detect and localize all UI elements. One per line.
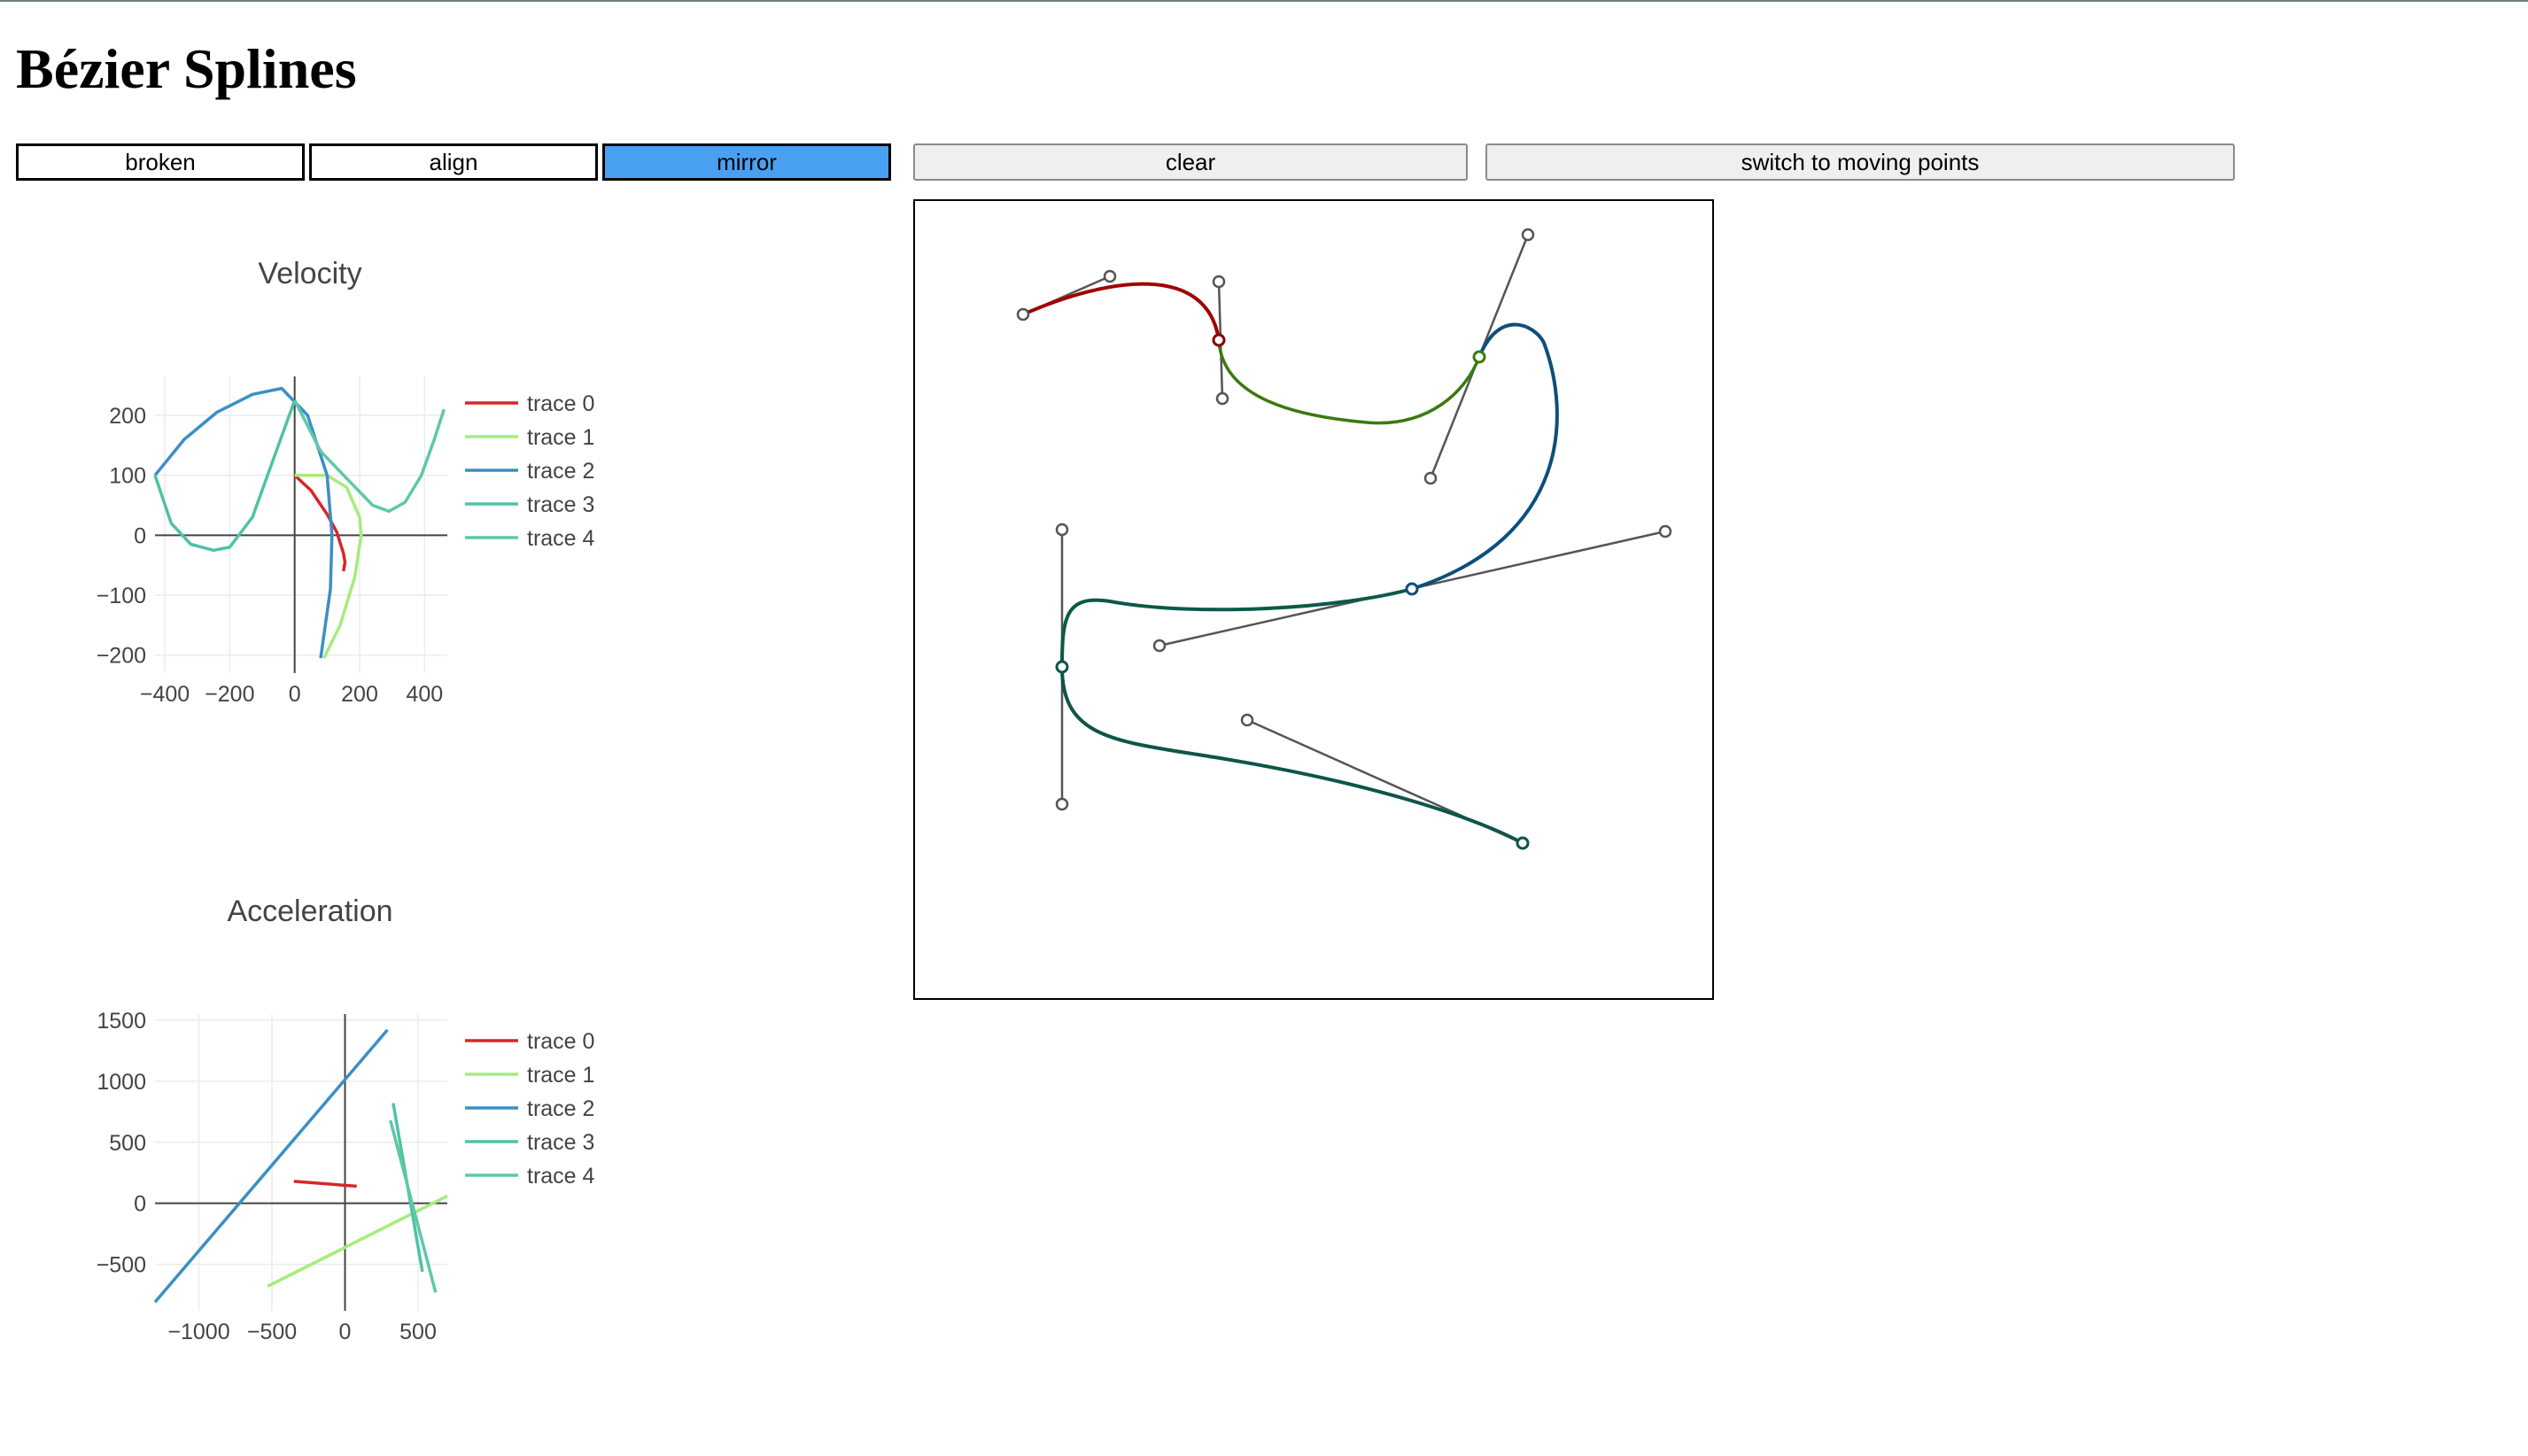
legend-label[interactable]: trace 1 [527, 1063, 594, 1088]
series-line-trace-1[interactable] [267, 1194, 448, 1288]
legend-label[interactable]: trace 3 [527, 492, 594, 517]
x-tick-label: −500 [247, 1320, 297, 1344]
bezier-canvas[interactable] [913, 199, 1714, 1000]
broken-mode-button[interactable]: broken [16, 143, 305, 181]
spline-segment-1[interactable] [1217, 339, 1481, 425]
anchor-point[interactable] [1405, 582, 1419, 596]
y-tick-label: 100 [109, 464, 146, 489]
series-line-trace-2[interactable] [153, 1028, 389, 1304]
acceleration-plot: Acceleration −1000 −500 0 500 −500 0 500 1000 150… [97, 895, 595, 1344]
y-tick-label: 0 [134, 1192, 146, 1217]
x-tick-label: −200 [205, 682, 254, 707]
series-line-trace-0[interactable] [293, 474, 347, 572]
control-point[interactable] [1658, 524, 1672, 538]
legend-label[interactable]: trace 4 [527, 526, 595, 551]
x-tick-label: −400 [140, 682, 190, 707]
control-point[interactable] [1055, 523, 1069, 537]
y-tick-label: 500 [109, 1131, 146, 1156]
spline-segment-4[interactable] [1060, 666, 1524, 845]
anchor-point[interactable] [1055, 660, 1069, 674]
handle-lines [1022, 234, 1666, 845]
x-tick-label: 0 [289, 682, 301, 707]
window-top-border [0, 0, 2528, 2]
clear-button[interactable]: clear [913, 143, 1468, 181]
x-tick-label: 200 [341, 682, 378, 707]
anchor-point[interactable] [1516, 836, 1530, 850]
switch-to-moving-points-button[interactable]: switch to moving points [1485, 143, 2235, 181]
legend-label[interactable]: trace 0 [527, 1029, 594, 1054]
series-line-trace-2[interactable] [153, 386, 334, 659]
y-tick-label: −200 [97, 644, 146, 669]
legend-label[interactable]: trace 3 [527, 1130, 594, 1155]
control-point[interactable] [1240, 713, 1254, 727]
y-tick-label: −500 [97, 1253, 146, 1278]
align-mode-button[interactable]: align [309, 143, 598, 181]
y-tick-label: 200 [109, 404, 146, 429]
y-tick-label: −100 [97, 584, 146, 608]
legend-label[interactable]: trace 0 [527, 391, 594, 416]
x-tick-label: 400 [406, 682, 443, 707]
page-title: Bézier Splines [16, 37, 357, 100]
y-tick-label: 1500 [97, 1009, 146, 1034]
spline-segment-2[interactable] [1411, 322, 1559, 591]
mirror-mode-button[interactable]: mirror [602, 143, 891, 181]
chart-title: Acceleration [227, 895, 392, 928]
handle-points[interactable] [1016, 228, 1672, 811]
y-tick-label: 0 [134, 523, 146, 548]
control-point[interactable] [1103, 269, 1117, 283]
legend-label[interactable]: trace 4 [527, 1164, 595, 1189]
legend-label[interactable]: trace 2 [527, 1096, 594, 1121]
control-point[interactable] [1423, 471, 1438, 485]
legend-label[interactable]: trace 2 [527, 459, 594, 484]
x-tick-label: 500 [399, 1320, 437, 1344]
bezier-canvas-svg[interactable] [915, 201, 1712, 998]
chart-title: Velocity [258, 257, 361, 290]
x-tick-label: −1000 [167, 1320, 229, 1344]
control-point[interactable] [1521, 228, 1535, 242]
control-point[interactable] [1215, 391, 1229, 406]
x-tick-label: 0 [339, 1320, 352, 1344]
legend-label[interactable]: trace 1 [527, 425, 594, 450]
velocity-plot: Velocity −400 −200 0 200 400 −200 −100 0 100 200 tr… [97, 257, 595, 707]
series-line-trace-0[interactable] [293, 1180, 357, 1189]
control-point[interactable] [1152, 639, 1167, 653]
y-tick-label: 1000 [97, 1070, 146, 1095]
anchor-point[interactable] [1212, 333, 1226, 347]
spline-segment-0[interactable] [1022, 282, 1221, 341]
series-line-trace-4[interactable] [293, 399, 446, 514]
control-point[interactable] [1055, 797, 1069, 811]
control-point[interactable] [1212, 275, 1226, 289]
anchor-point[interactable] [1472, 350, 1486, 364]
control-point[interactable] [1016, 307, 1030, 321]
